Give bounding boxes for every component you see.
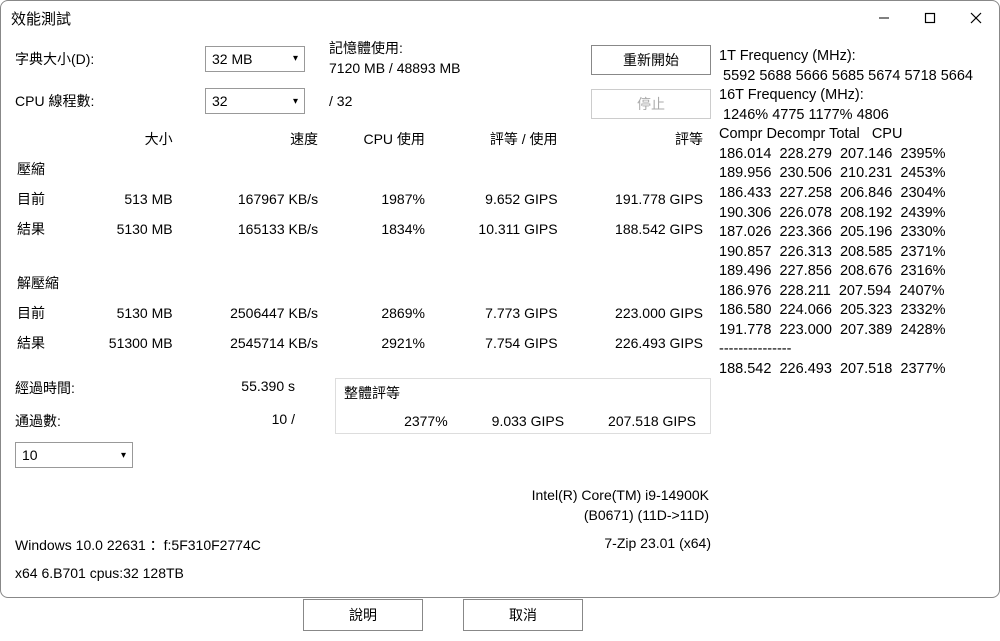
elapsed-label: 經過時間:: [15, 378, 195, 398]
dict-size-select[interactable]: 32 MB ▾: [205, 46, 305, 72]
os-info: Windows 10.0 22631 ：f:5F310F2774C: [15, 535, 261, 555]
close-icon: [970, 12, 982, 24]
restart-button[interactable]: 重新開始: [591, 45, 711, 75]
compress-section: 壓縮: [15, 154, 711, 184]
main-panel: 重新開始 停止 字典大小(D): 32 MB ▾ 記憶體使用: 7120 MB …: [15, 39, 711, 641]
passes-label: 通過數:: [15, 411, 195, 431]
dict-size-value: 32 MB: [212, 51, 252, 67]
col-cpu: CPU 使用: [326, 124, 433, 154]
close-button[interactable]: [953, 1, 999, 35]
total-rating: 207.518 GIPS: [608, 413, 696, 429]
thread-total: / 32: [317, 93, 352, 109]
col-rating: 評等: [566, 124, 711, 154]
passes-select-value: 10: [22, 447, 38, 463]
table-row: 結果 5130 MB 165133 KB/s 1834% 10.311 GIPS…: [15, 214, 711, 244]
minimize-button[interactable]: [861, 1, 907, 35]
dict-size-label: 字典大小(D):: [15, 49, 205, 69]
total-cpu: 2377%: [404, 413, 448, 429]
maximize-icon: [924, 12, 936, 24]
log-panel: 1T Frequency (MHz): 5592 5688 5666 5685 …: [711, 39, 985, 641]
window-title: 效能測試: [11, 8, 861, 29]
table-row: 目前 5130 MB 2506447 KB/s 2869% 7.773 GIPS…: [15, 298, 711, 328]
maximize-button[interactable]: [907, 1, 953, 35]
table-header-row: 大小 速度 CPU 使用 評等 / 使用 評等: [15, 124, 711, 154]
table-row: 目前 513 MB 167967 KB/s 1987% 9.652 GIPS 1…: [15, 184, 711, 214]
cpu-threads-select[interactable]: 32 ▾: [205, 88, 305, 114]
passes-select[interactable]: 10 ▾: [15, 442, 133, 468]
window-controls: [861, 1, 999, 35]
table-row: 結果 51300 MB 2545714 KB/s 2921% 7.754 GIP…: [15, 328, 711, 358]
cpu-info: Intel(R) Core(TM) i9-14900K (B0671) (11D…: [15, 486, 711, 525]
col-size: 大小: [70, 124, 180, 154]
minimize-icon: [878, 12, 890, 24]
col-rating-use: 評等 / 使用: [433, 124, 566, 154]
totals-box: 整體評等 2377% 9.033 GIPS 207.518 GIPS: [335, 378, 711, 434]
benchmark-table: 大小 速度 CPU 使用 評等 / 使用 評等 壓縮 目前 513 MB 167…: [15, 124, 711, 358]
decompress-section: 解壓縮: [15, 268, 711, 298]
help-button[interactable]: 說明: [303, 599, 423, 631]
arch-info: x64 6.B701 cpus:32 128TB: [15, 565, 711, 581]
app-info: 7-Zip 23.01 (x64): [604, 535, 711, 555]
title-bar: 效能測試: [1, 1, 999, 35]
cancel-button[interactable]: 取消: [463, 599, 583, 631]
passes-value: 10 /: [195, 411, 335, 427]
chevron-down-icon: ▾: [293, 53, 298, 64]
cpu-threads-label: CPU 線程數:: [15, 91, 205, 111]
chevron-down-icon: ▾: [121, 450, 126, 461]
mem-usage-title: 記憶體使用:: [329, 39, 461, 59]
cpu-threads-value: 32: [212, 93, 228, 109]
total-ru: 9.033 GIPS: [492, 413, 564, 429]
overall-label: 整體評等: [344, 383, 702, 403]
stop-button: 停止: [591, 89, 711, 119]
col-speed: 速度: [181, 124, 326, 154]
chevron-down-icon: ▾: [293, 96, 298, 107]
elapsed-value: 55.390 s: [195, 378, 335, 394]
mem-usage-value: 7120 MB / 48893 MB: [329, 59, 461, 79]
